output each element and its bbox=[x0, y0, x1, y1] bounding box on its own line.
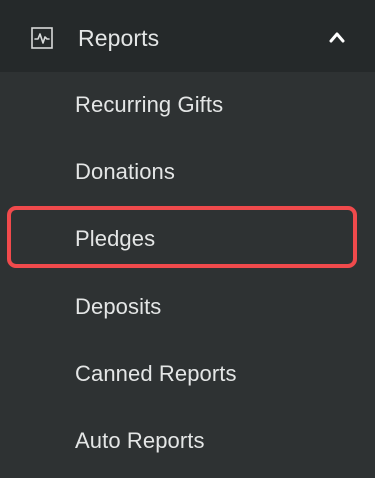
menu-item-label: Auto Reports bbox=[75, 428, 205, 453]
chevron-up-icon[interactable] bbox=[328, 29, 346, 45]
reports-header-label: Reports bbox=[78, 25, 160, 51]
activity-chart-icon bbox=[31, 27, 53, 49]
sidebar-menu: Reports Recurring Gifts Donations Pledge… bbox=[0, 0, 375, 478]
menu-item-donations[interactable]: Donations bbox=[0, 139, 375, 205]
menu-item-label: Deposits bbox=[75, 294, 162, 319]
reports-menu-header[interactable]: Reports bbox=[0, 0, 375, 72]
menu-item-auto-reports[interactable]: Auto Reports bbox=[0, 408, 375, 474]
menu-item-label: Recurring Gifts bbox=[75, 92, 224, 117]
menu-item-label: Pledges bbox=[75, 226, 156, 251]
menu-item-label: Canned Reports bbox=[75, 361, 237, 386]
menu-item-label: Donations bbox=[75, 159, 175, 184]
menu-item-canned-reports[interactable]: Canned Reports bbox=[0, 341, 375, 407]
menu-item-recurring-gifts[interactable]: Recurring Gifts bbox=[0, 72, 375, 138]
menu-item-deposits[interactable]: Deposits bbox=[0, 274, 375, 340]
menu-item-pledges[interactable]: Pledges bbox=[0, 206, 375, 272]
